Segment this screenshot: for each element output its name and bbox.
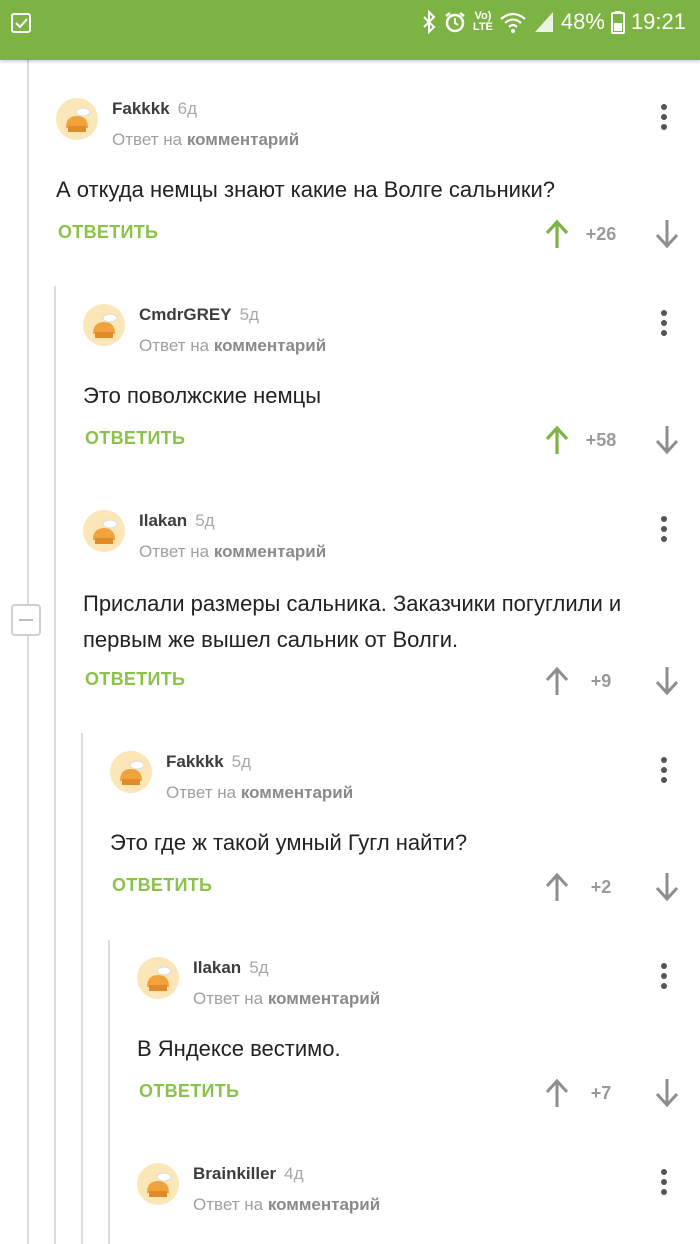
checkbox-notification-icon <box>11 13 31 33</box>
avatar[interactable] <box>83 510 125 552</box>
comment: Brainkiller 4д Ответ на комментарий <box>137 1163 700 1233</box>
more-options-icon[interactable] <box>652 308 676 338</box>
author-name[interactable]: Fakkkk 6д <box>112 99 197 119</box>
thread-line <box>38 60 68 74</box>
more-options-icon[interactable] <box>652 102 676 132</box>
comment-age: 5д <box>195 511 215 530</box>
comment: Fakkkk 6д Ответ на комментарий А откуда н… <box>56 98 700 268</box>
wifi-icon <box>500 12 526 33</box>
avatar[interactable] <box>110 751 152 793</box>
volte-icon: Vo) LTE <box>473 11 493 33</box>
thread-line <box>27 60 29 1244</box>
avatar[interactable] <box>56 98 98 140</box>
battery-icon <box>610 11 625 34</box>
reply-button[interactable]: ОТВЕТИТЬ <box>139 1081 239 1102</box>
vote-score: +7 <box>590 1083 612 1103</box>
author-name[interactable]: Ilakan 5д <box>139 511 215 531</box>
lte-label: LTE <box>472 21 493 33</box>
comment-text: Прислали размеры сальника. Заказчики пог… <box>83 591 622 652</box>
bluetooth-icon <box>423 10 436 34</box>
upvote-arrow-icon[interactable] <box>542 1077 572 1109</box>
comment-age: 4д <box>284 1164 304 1183</box>
collapse-thread-button[interactable] <box>11 604 41 636</box>
thread-line <box>108 940 110 1244</box>
avatar[interactable] <box>137 957 179 999</box>
upvote-arrow-icon[interactable] <box>542 424 572 456</box>
comment-text: А откуда немцы знают какие на Волге саль… <box>56 177 556 202</box>
thread-line <box>81 733 83 1244</box>
downvote-arrow-icon[interactable] <box>652 424 682 456</box>
upvote-arrow-icon[interactable] <box>542 665 572 697</box>
reply-to-label[interactable]: Ответ на комментарий <box>166 783 353 803</box>
downvote-arrow-icon[interactable] <box>652 218 682 250</box>
more-options-icon[interactable] <box>652 755 676 785</box>
author-name[interactable]: Brainkiller 4д <box>193 1164 304 1184</box>
avatar[interactable] <box>83 304 125 346</box>
vote-score: +9 <box>590 671 612 691</box>
reply-to-label[interactable]: Ответ на комментарий <box>139 336 326 356</box>
clock: 19:21 <box>630 9 686 34</box>
more-options-icon[interactable] <box>652 1167 676 1197</box>
signal-icon <box>534 12 553 32</box>
upvote-arrow-icon[interactable] <box>542 218 572 250</box>
comment-text: Это поволжские немцы <box>83 383 322 408</box>
author-name[interactable]: Ilakan 5д <box>193 958 269 978</box>
upvote-arrow-icon[interactable] <box>542 871 572 903</box>
reply-to-label[interactable]: Ответ на комментарий <box>193 989 380 1009</box>
downvote-arrow-icon[interactable] <box>652 1077 682 1109</box>
comment: Fakkkk 5д Ответ на комментарий Это где ж … <box>110 751 700 921</box>
comment-age: 5д <box>239 305 259 324</box>
reply-to-label[interactable]: Ответ на комментарий <box>139 542 326 562</box>
comment-text: В Яндексе вестимо. <box>137 1036 341 1061</box>
reply-button[interactable]: ОТВЕТИТЬ <box>58 222 158 243</box>
comment-age: 5д <box>231 752 252 771</box>
avatar[interactable] <box>137 1163 179 1205</box>
comment: Ilakan 5д Ответ на комментарий Прислали р… <box>83 510 700 710</box>
comment: CmdrGREY 5д Ответ на комментарий Это пово… <box>83 304 700 474</box>
downvote-arrow-icon[interactable] <box>652 871 682 903</box>
more-options-icon[interactable] <box>652 514 676 544</box>
vote-score: +2 <box>590 877 612 897</box>
reply-to-label[interactable]: Ответ на комментарий <box>193 1195 380 1215</box>
status-bar: Vo) LTE 48% 19:21 <box>0 0 700 60</box>
author-name[interactable]: Fakkkk 5д <box>166 752 251 772</box>
thread-line <box>54 286 56 1244</box>
reply-button[interactable]: ОТВЕТИТЬ <box>112 875 212 896</box>
vote-score: +58 <box>585 430 617 450</box>
reply-to-label[interactable]: Ответ на комментарий <box>112 130 299 150</box>
reply-button[interactable]: ОТВЕТИТЬ <box>85 428 185 449</box>
comment-text: Это где ж такой умный Гугл найти? <box>110 830 468 855</box>
vote-score: +26 <box>585 224 617 244</box>
comment-age: 6д <box>177 99 198 118</box>
battery-percent: 48% <box>560 9 605 34</box>
comment: Ilakan 5д Ответ на комментарий В Яндексе … <box>137 957 700 1127</box>
reply-button[interactable]: ОТВЕТИТЬ <box>85 669 185 690</box>
more-options-icon[interactable] <box>652 961 676 991</box>
downvote-arrow-icon[interactable] <box>652 665 682 697</box>
alarm-icon <box>445 12 465 33</box>
author-name[interactable]: CmdrGREY 5д <box>139 305 259 325</box>
comment-age: 5д <box>249 958 269 977</box>
